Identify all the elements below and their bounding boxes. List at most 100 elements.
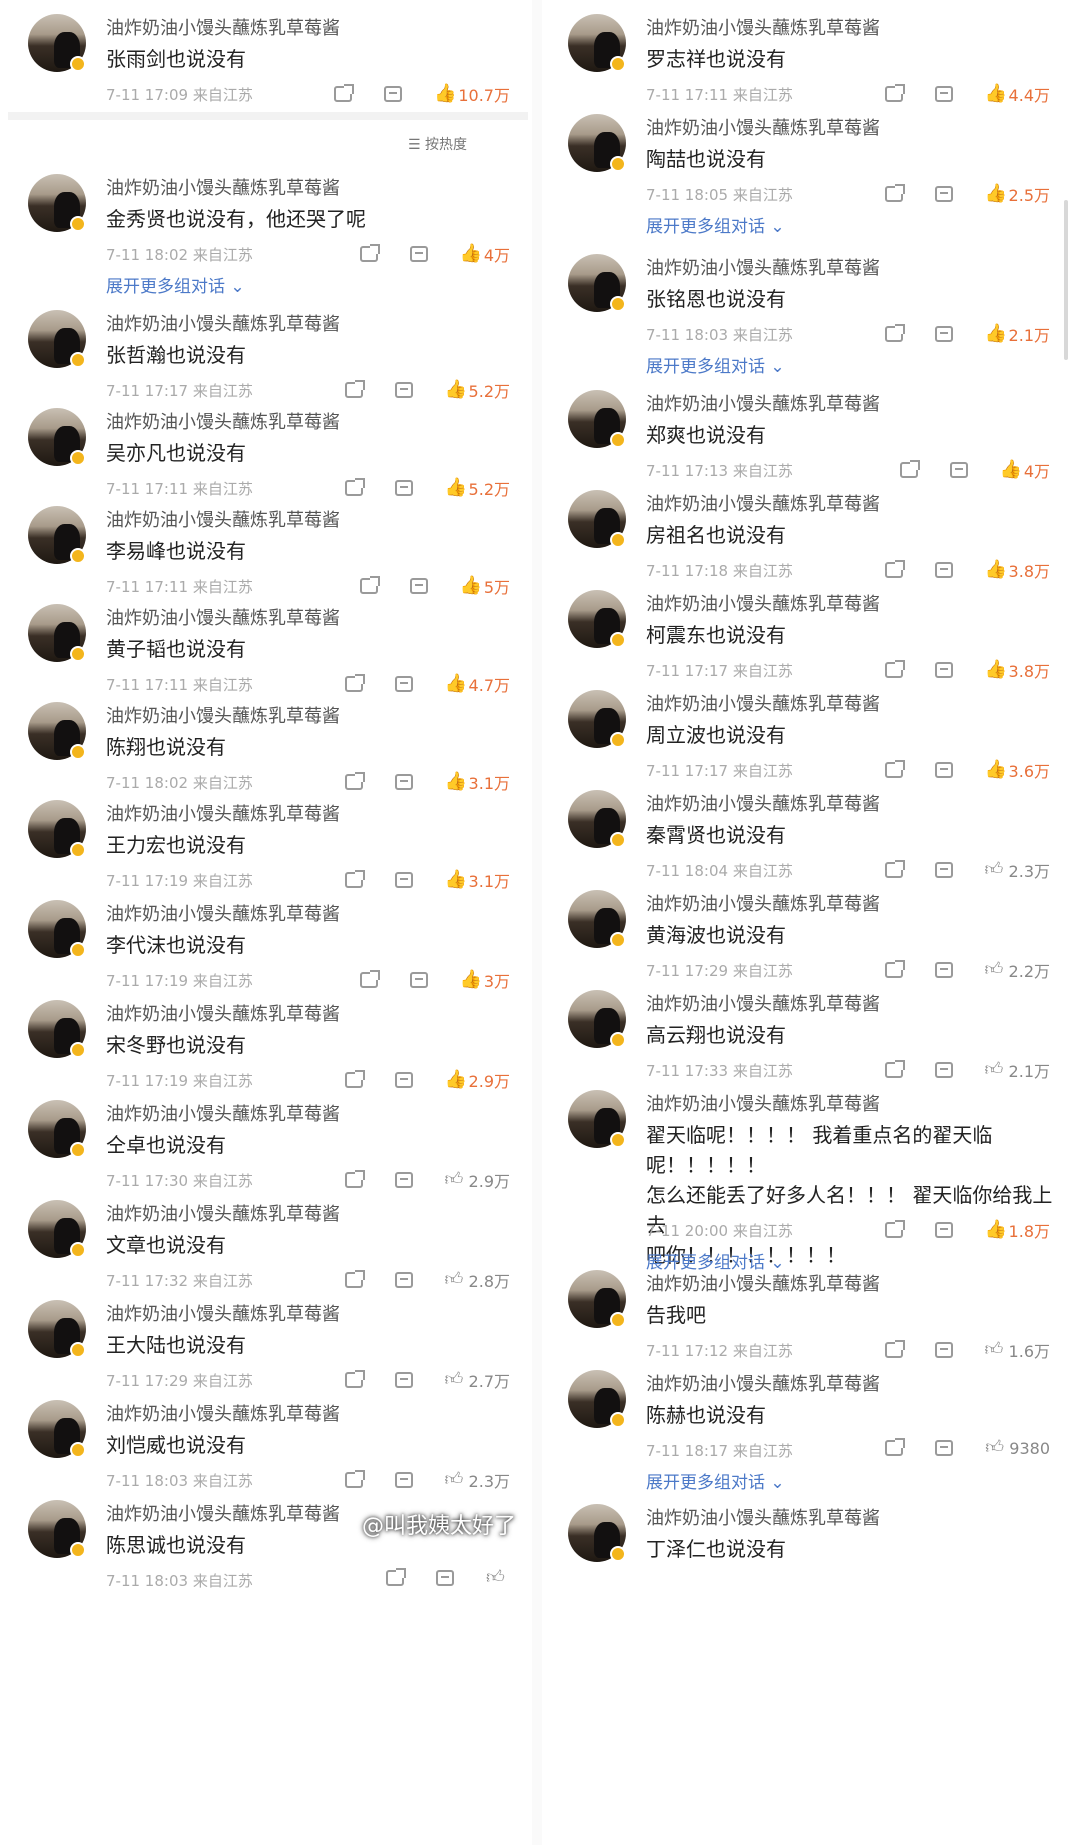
- comment-username[interactable]: 油炸奶油小馒头蘸炼乳草莓酱: [646, 890, 880, 916]
- share-icon[interactable]: [884, 860, 905, 878]
- share-icon[interactable]: [884, 960, 905, 978]
- like-button[interactable]: 👍 4.4万: [985, 82, 1050, 106]
- share-icon[interactable]: [386, 1568, 406, 1586]
- like-button[interactable]: 👍︎ 2.8万: [445, 1268, 510, 1292]
- share-icon[interactable]: [899, 460, 920, 478]
- share-icon[interactable]: [884, 84, 905, 102]
- like-button[interactable]: 👍 4.7万: [445, 672, 510, 696]
- expand-more-conversations[interactable]: 展开更多组对话 ⌄: [106, 272, 245, 297]
- share-icon[interactable]: [344, 1270, 365, 1288]
- comment-icon[interactable]: [934, 326, 953, 342]
- comment-username[interactable]: 油炸奶油小馒头蘸炼乳草莓酱: [106, 604, 340, 630]
- like-button[interactable]: 👍 2.9万: [445, 1068, 510, 1092]
- comment-icon[interactable]: [934, 1062, 953, 1078]
- like-button[interactable]: 👍︎: [486, 1568, 510, 1588]
- like-button[interactable]: 👍 1.8万: [985, 1218, 1050, 1242]
- comment-icon[interactable]: [394, 1272, 413, 1288]
- share-icon[interactable]: [884, 184, 905, 202]
- like-button[interactable]: 👍︎ 1.6万: [985, 1338, 1050, 1362]
- expand-more-conversations[interactable]: 展开更多组对话 ⌄: [646, 1468, 785, 1493]
- comment-icon[interactable]: [394, 382, 413, 398]
- like-button[interactable]: 👍 3万: [460, 968, 510, 992]
- share-icon[interactable]: [344, 478, 365, 496]
- share-icon[interactable]: [344, 380, 365, 398]
- comment-username[interactable]: 油炸奶油小馒头蘸炼乳草莓酱: [646, 114, 880, 140]
- like-button[interactable]: 👍 2.1万: [985, 322, 1050, 346]
- comment-username[interactable]: 油炸奶油小馒头蘸炼乳草莓酱: [106, 1400, 340, 1426]
- share-icon[interactable]: [344, 772, 365, 790]
- comment-username[interactable]: 油炸奶油小馒头蘸炼乳草莓酱: [646, 254, 880, 280]
- comment-icon[interactable]: [394, 872, 413, 888]
- comment-username[interactable]: 油炸奶油小馒头蘸炼乳草莓酱: [646, 1090, 880, 1116]
- share-icon[interactable]: [359, 244, 380, 262]
- share-icon[interactable]: [359, 576, 380, 594]
- like-button[interactable]: 👍︎ 2.3万: [985, 858, 1050, 882]
- comment-username[interactable]: 油炸奶油小馒头蘸炼乳草莓酱: [646, 590, 880, 616]
- comment-icon[interactable]: [934, 862, 953, 878]
- comment-username[interactable]: 油炸奶油小馒头蘸炼乳草莓酱: [106, 310, 340, 336]
- share-icon[interactable]: [884, 1060, 905, 1078]
- comment-username[interactable]: 油炸奶油小馒头蘸炼乳草莓酱: [106, 1200, 340, 1226]
- comment-username[interactable]: 油炸奶油小馒头蘸炼乳草莓酱: [106, 1100, 340, 1126]
- like-button[interactable]: 👍︎ 9380: [985, 1438, 1050, 1458]
- comment-icon[interactable]: [409, 972, 428, 988]
- comment-icon[interactable]: [394, 1172, 413, 1188]
- comment-username[interactable]: 油炸奶油小馒头蘸炼乳草莓酱: [106, 14, 340, 40]
- comment-username[interactable]: 油炸奶油小馒头蘸炼乳草莓酱: [106, 174, 340, 200]
- comment-username[interactable]: 油炸奶油小馒头蘸炼乳草莓酱: [646, 1370, 880, 1396]
- share-icon[interactable]: [344, 1170, 365, 1188]
- comment-username[interactable]: 油炸奶油小馒头蘸炼乳草莓酱: [646, 14, 880, 40]
- share-icon[interactable]: [344, 674, 365, 692]
- like-button[interactable]: 👍︎ 2.3万: [445, 1468, 510, 1492]
- comment-icon[interactable]: [934, 562, 953, 578]
- comment-username[interactable]: 油炸奶油小馒头蘸炼乳草莓酱: [646, 490, 880, 516]
- like-button[interactable]: 👍 5万: [460, 574, 510, 598]
- comment-icon[interactable]: [934, 762, 953, 778]
- like-button[interactable]: 👍︎ 2.1万: [985, 1058, 1050, 1082]
- comment-icon[interactable]: [436, 1570, 454, 1586]
- comment-username[interactable]: 油炸奶油小馒头蘸炼乳草莓酱: [646, 1270, 880, 1296]
- comment-username[interactable]: 油炸奶油小馒头蘸炼乳草莓酱: [646, 990, 880, 1016]
- share-icon[interactable]: [884, 324, 905, 342]
- comment-icon[interactable]: [394, 1372, 413, 1388]
- comment-username[interactable]: 油炸奶油小馒头蘸炼乳草莓酱: [646, 390, 880, 416]
- comment-username[interactable]: 油炸奶油小馒头蘸炼乳草莓酱: [646, 1504, 880, 1530]
- share-icon[interactable]: [344, 1470, 365, 1488]
- share-icon[interactable]: [884, 1340, 905, 1358]
- like-button[interactable]: 👍 3.6万: [985, 758, 1050, 782]
- share-icon[interactable]: [344, 1370, 365, 1388]
- share-icon[interactable]: [359, 970, 380, 988]
- share-icon[interactable]: [884, 560, 905, 578]
- share-icon[interactable]: [334, 84, 355, 102]
- comment-icon[interactable]: [934, 962, 953, 978]
- comment-icon[interactable]: [935, 1440, 954, 1456]
- like-button[interactable]: 👍 10.7万: [434, 82, 510, 106]
- comment-icon[interactable]: [394, 480, 413, 496]
- comment-icon[interactable]: [934, 1222, 953, 1238]
- comment-icon[interactable]: [949, 462, 968, 478]
- like-button[interactable]: 👍︎ 2.9万: [445, 1168, 510, 1192]
- comment-icon[interactable]: [934, 1342, 953, 1358]
- comment-username[interactable]: 油炸奶油小馒头蘸炼乳草莓酱: [106, 702, 340, 728]
- comment-username[interactable]: 油炸奶油小馒头蘸炼乳草莓酱: [106, 900, 340, 926]
- comment-icon[interactable]: [394, 676, 413, 692]
- like-button[interactable]: 👍 3.1万: [445, 868, 510, 892]
- comment-username[interactable]: 油炸奶油小馒头蘸炼乳草莓酱: [106, 506, 340, 532]
- share-icon[interactable]: [884, 660, 905, 678]
- expand-more-conversations[interactable]: 展开更多组对话 ⌄: [646, 352, 785, 377]
- comment-icon[interactable]: [409, 578, 428, 594]
- comment-username[interactable]: 油炸奶油小馒头蘸炼乳草莓酱: [106, 408, 340, 434]
- share-icon[interactable]: [344, 1070, 365, 1088]
- comment-icon[interactable]: [934, 662, 953, 678]
- comment-icon[interactable]: [384, 86, 403, 102]
- scrollbar[interactable]: [1064, 200, 1068, 360]
- share-icon[interactable]: [884, 1220, 905, 1238]
- like-button[interactable]: 👍 3.8万: [985, 558, 1050, 582]
- sort-by-heat-button[interactable]: ☰ 按热度: [408, 134, 467, 154]
- expand-more-conversations[interactable]: 展开更多组对话 ⌄: [646, 212, 785, 237]
- like-button[interactable]: 👍︎ 2.2万: [985, 958, 1050, 982]
- like-button[interactable]: 👍 5.2万: [445, 476, 510, 500]
- comment-username[interactable]: 油炸奶油小馒头蘸炼乳草莓酱: [106, 800, 340, 826]
- like-button[interactable]: 👍 3.8万: [985, 658, 1050, 682]
- comment-icon[interactable]: [394, 1072, 413, 1088]
